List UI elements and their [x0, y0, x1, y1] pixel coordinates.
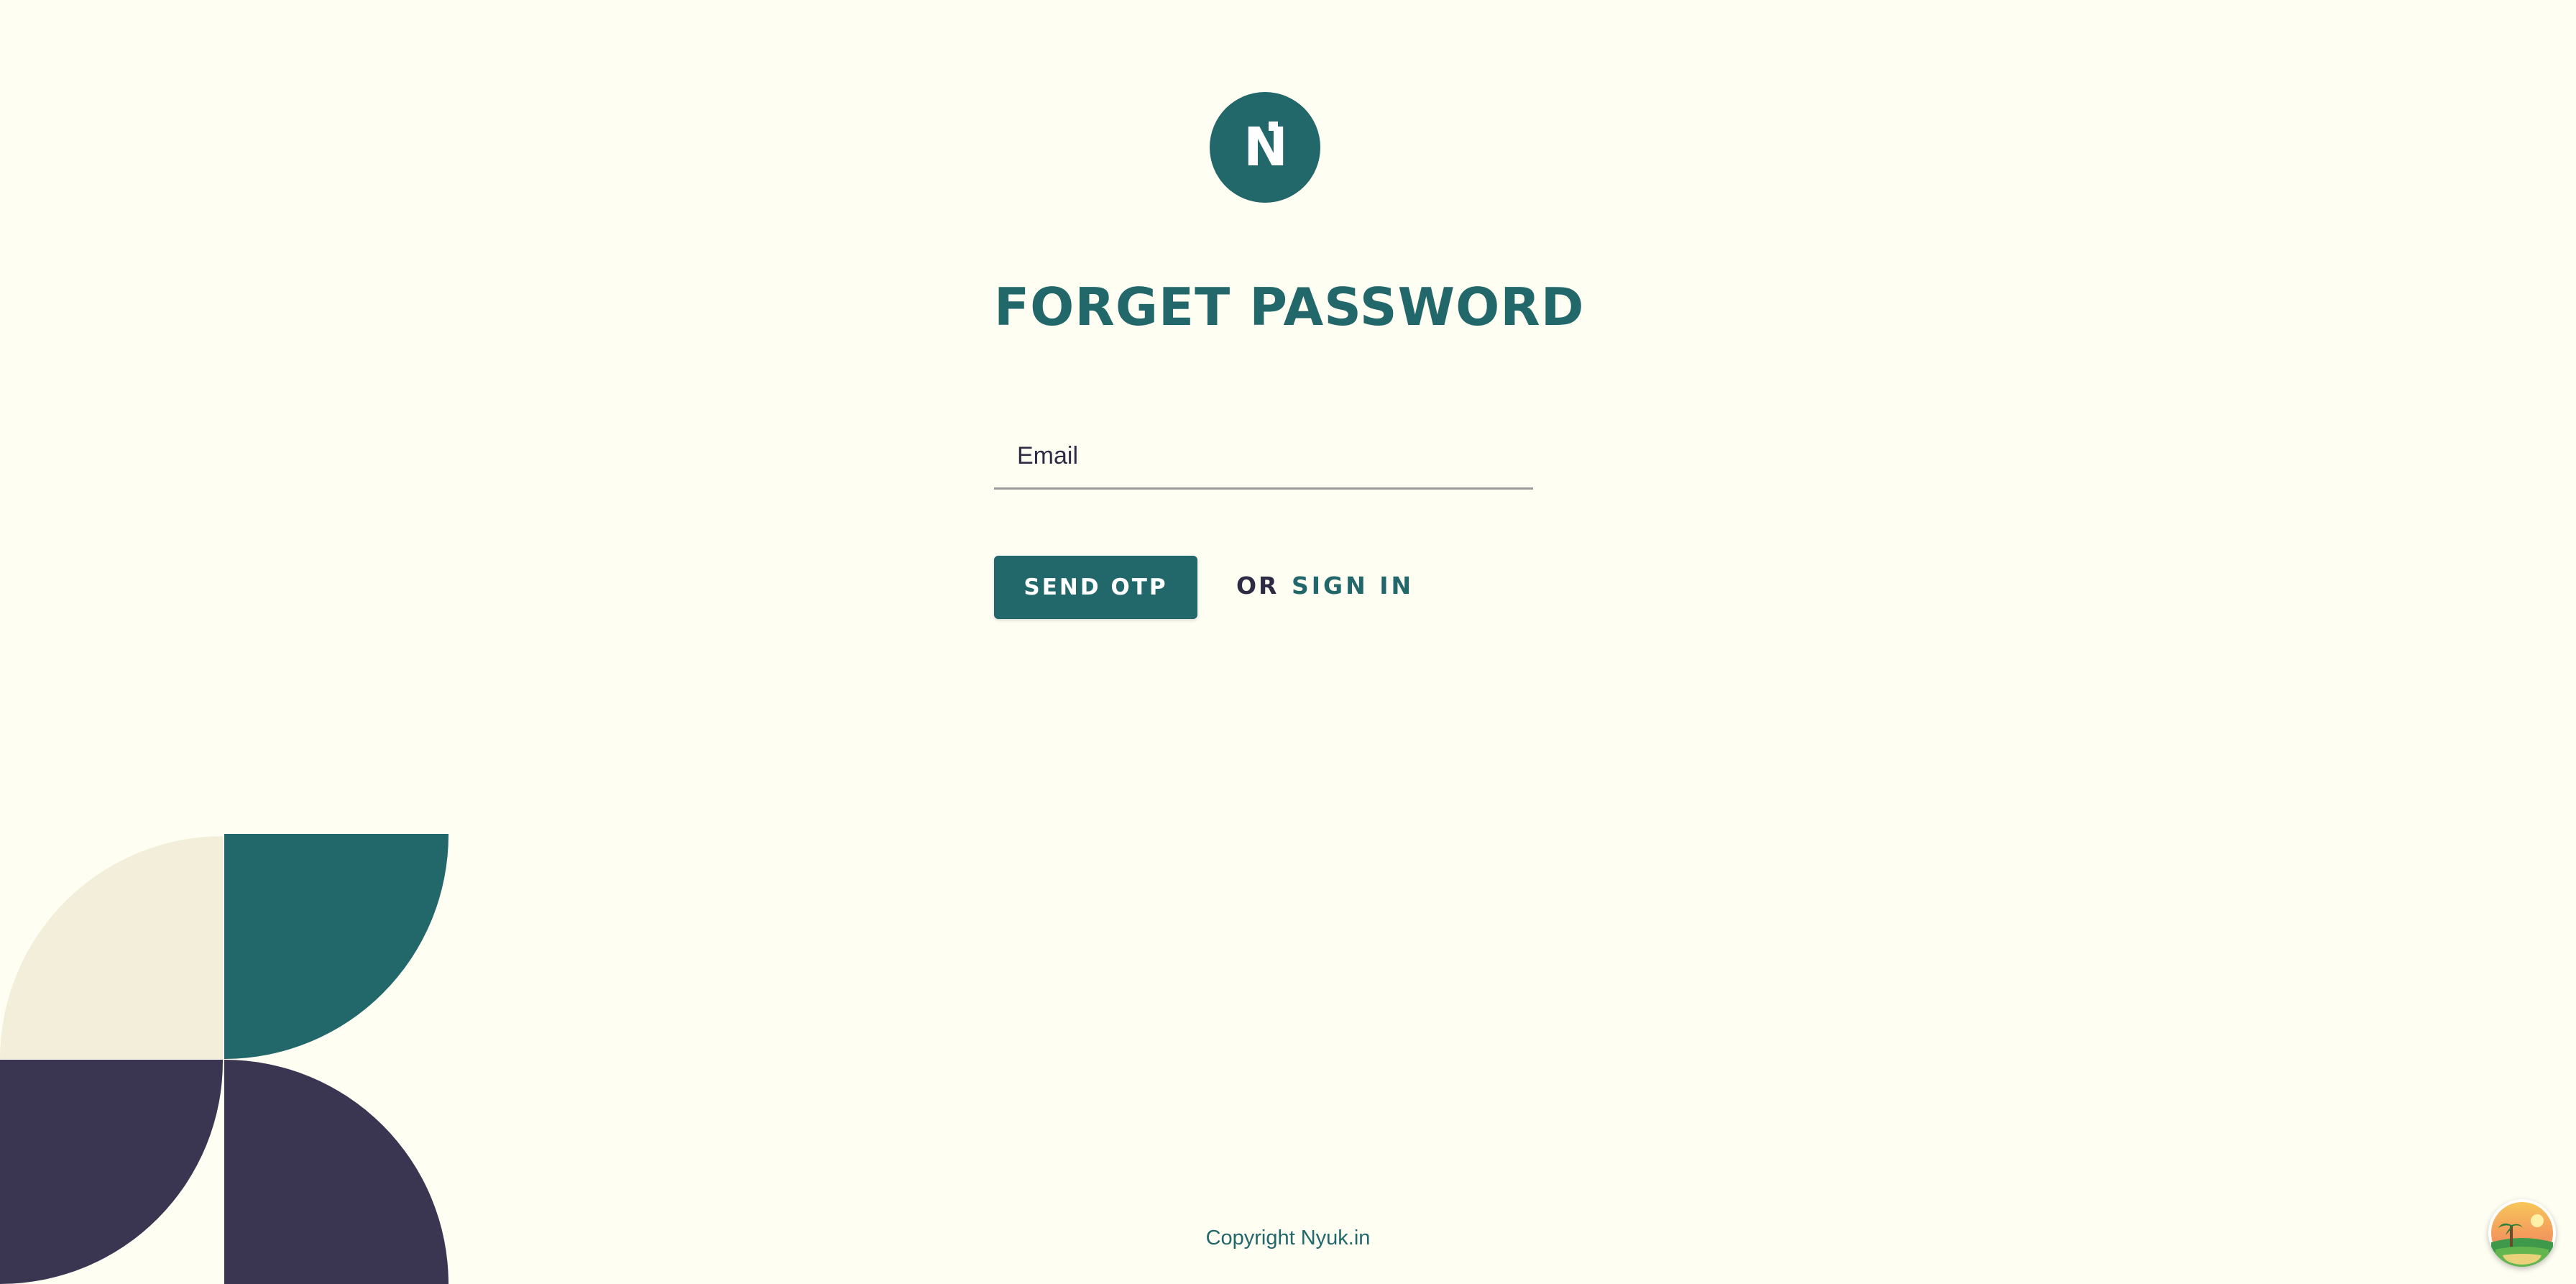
logo-letter: N [1243, 116, 1288, 178]
cream-quarter-shape [0, 836, 223, 1059]
email-input[interactable] [994, 424, 1533, 487]
sign-in-link[interactable]: SIGN IN [1292, 572, 1414, 600]
dark-right-quarter-shape [224, 1060, 448, 1284]
email-field [994, 424, 1533, 490]
or-separator: OR [1236, 572, 1279, 600]
teal-quarter-shape [224, 834, 448, 1059]
send-otp-button[interactable]: SEND OTP [994, 556, 1197, 619]
copyright-text: Copyright Nyuk.in [1205, 1226, 1371, 1249]
beach-scene-icon[interactable] [2488, 1199, 2556, 1267]
dark-left-quarter-shape [0, 1060, 224, 1284]
forget-password-page: N FORGET PASSWORD SEND OTP OR SIGN IN Co… [0, 0, 2576, 1284]
decorative-shapes [0, 834, 448, 1284]
nyuk-logo-icon: N [1210, 92, 1320, 203]
logo-dot [1269, 121, 1278, 131]
page-title: FORGET PASSWORD [994, 277, 1585, 337]
